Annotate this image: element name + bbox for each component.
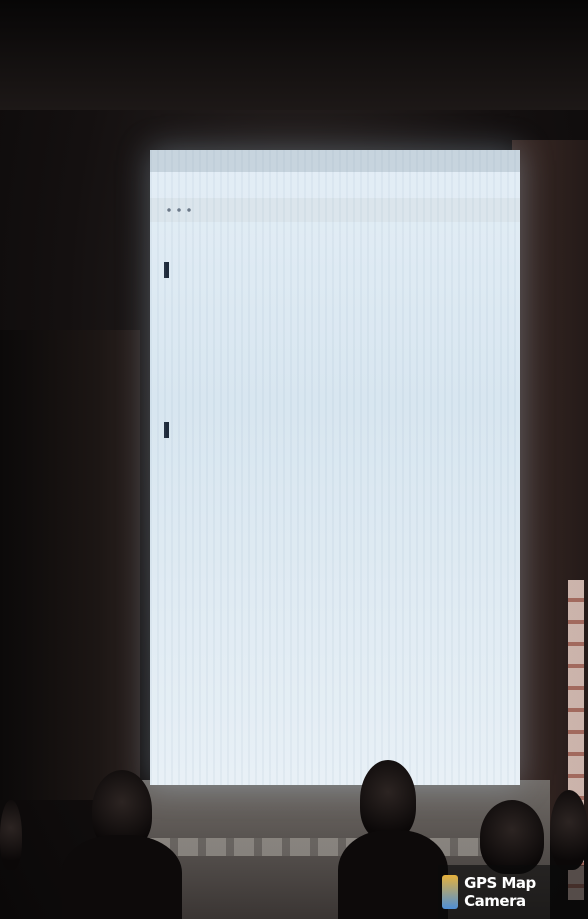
classroom-photo: GPS Map Camera (0, 0, 588, 919)
gps-map-camera-watermark: GPS Map Camera (438, 865, 588, 919)
watermark-text: GPS Map Camera (464, 874, 536, 910)
projection-screen (150, 150, 520, 785)
stage-edge (150, 838, 500, 856)
audience-head (550, 790, 588, 870)
audience-head (480, 800, 544, 874)
map-pin-icon (442, 875, 459, 909)
result-favicon (164, 422, 169, 438)
audience-head (0, 800, 22, 870)
left-wall (0, 330, 140, 800)
audience-body (62, 835, 182, 919)
right-wall (512, 140, 588, 900)
result-favicon (164, 262, 169, 278)
ceiling (0, 0, 588, 110)
nav-arrows-icon (164, 207, 194, 213)
browser-address-bar (150, 198, 520, 222)
browser-tab-bar (150, 150, 520, 172)
audience-body (338, 830, 448, 919)
audience-head (360, 760, 416, 840)
